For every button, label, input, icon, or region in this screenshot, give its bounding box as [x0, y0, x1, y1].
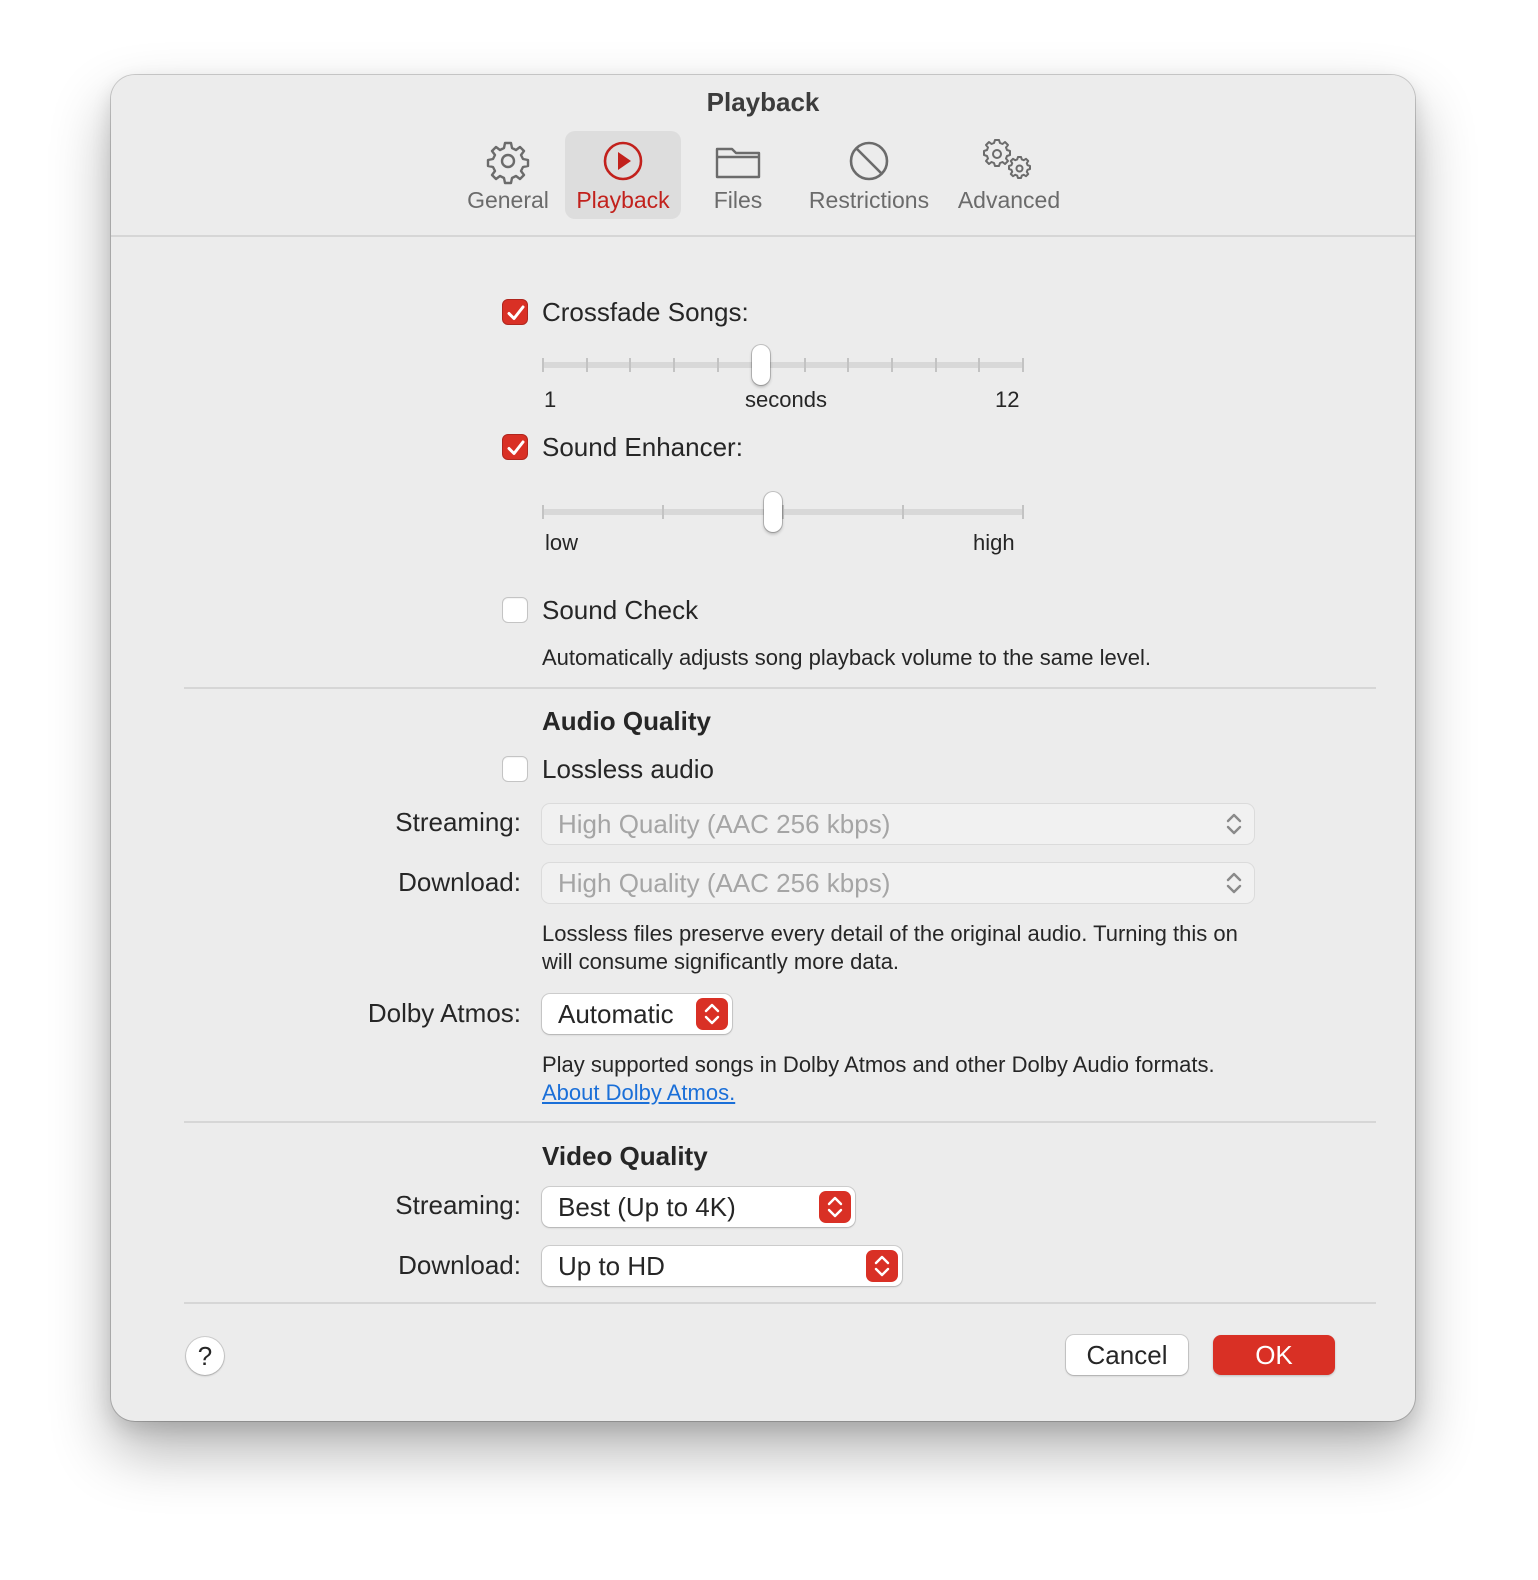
audio-quality-header: Audio Quality — [542, 706, 711, 736]
slider-tick — [782, 505, 784, 519]
window-title: Playback — [706, 87, 820, 117]
crossfade-slider[interactable] — [542, 343, 1024, 387]
dolby-atmos-value: Automatic — [558, 999, 674, 1029]
divider — [184, 687, 1376, 689]
dolby-atmos-select[interactable]: Automatic — [542, 994, 732, 1034]
audio-streaming-value: High Quality (AAC 256 kbps) — [558, 809, 891, 839]
crossfade-label: Crossfade Songs: — [542, 297, 749, 327]
audio-streaming-label: Streaming: — [395, 807, 521, 837]
sound-enhancer-max-label: high — [973, 530, 1015, 555]
chevron-updown-icon — [1218, 867, 1250, 899]
toolbar: Playback General Playback Files Restrict… — [111, 75, 1415, 237]
tab-playback-label: Playback — [576, 187, 670, 213]
video-streaming-value: Best (Up to 4K) — [558, 1192, 736, 1222]
checkmark-icon — [507, 305, 525, 320]
gears-icon — [983, 139, 1031, 179]
lossless-note-line1: Lossless files preserve every detail of … — [542, 921, 1238, 946]
crossfade-min-label: 1 — [544, 387, 557, 412]
tab-files[interactable]: Files — [683, 131, 793, 219]
sound-enhancer-checkbox[interactable] — [502, 434, 528, 460]
chevron-updown-icon — [696, 998, 728, 1030]
chevron-updown-icon — [1218, 808, 1250, 840]
audio-download-value: High Quality (AAC 256 kbps) — [558, 868, 891, 898]
tab-playback[interactable]: Playback — [565, 131, 681, 219]
crossfade-unit-label: seconds — [745, 387, 827, 412]
slider-thumb[interactable] — [752, 345, 771, 385]
divider — [184, 1121, 1376, 1123]
lossless-checkbox[interactable] — [502, 756, 528, 782]
tab-advanced-label: Advanced — [957, 187, 1061, 213]
slider-tick — [891, 358, 894, 372]
dolby-note: Play supported songs in Dolby Atmos and … — [542, 1052, 1215, 1077]
lossless-label: Lossless audio — [542, 754, 714, 784]
crossfade-checkbox[interactable] — [502, 299, 528, 325]
tab-advanced[interactable]: Advanced — [951, 131, 1067, 219]
restricted-icon — [849, 141, 889, 181]
video-download-label: Download: — [398, 1250, 521, 1280]
sound-check-label: Sound Check — [542, 595, 699, 625]
divider — [184, 1302, 1376, 1304]
audio-download-select[interactable]: High Quality (AAC 256 kbps) — [542, 863, 1254, 903]
tab-files-label: Files — [713, 187, 763, 213]
checkmark-icon — [507, 440, 525, 455]
gear-icon — [486, 141, 530, 185]
tab-restrictions[interactable]: Restrictions — [801, 131, 937, 219]
cancel-button[interactable]: Cancel — [1066, 1335, 1188, 1375]
slider-tick — [847, 358, 850, 372]
slider-tick — [978, 358, 981, 372]
sound-enhancer-label: Sound Enhancer: — [542, 432, 743, 462]
slider-thumb[interactable] — [764, 492, 783, 532]
preferences-window: Playback General Playback Files Restrict… — [111, 75, 1415, 1421]
about-dolby-atmos-link[interactable]: About Dolby Atmos. — [542, 1080, 735, 1106]
video-download-value: Up to HD — [558, 1251, 665, 1281]
tab-general-label: General — [467, 187, 549, 213]
sound-check-checkbox[interactable] — [502, 597, 528, 623]
play-circle-icon — [603, 141, 643, 181]
slider-tick — [716, 358, 719, 372]
slider-tick — [902, 505, 904, 519]
video-streaming-label: Streaming: — [395, 1190, 521, 1220]
slider-tick — [542, 505, 544, 519]
slider-tick — [934, 358, 937, 372]
video-quality-header: Video Quality — [542, 1141, 708, 1171]
chevron-updown-icon — [866, 1250, 898, 1282]
audio-download-label: Download: — [398, 867, 521, 897]
crossfade-max-label: 12 — [995, 387, 1020, 412]
lossless-note-line2: will consume significantly more data. — [542, 949, 900, 974]
folder-icon — [715, 147, 761, 179]
chevron-updown-icon — [819, 1191, 851, 1223]
slider-tick — [1022, 505, 1024, 519]
slider-tick — [629, 358, 632, 372]
ok-button[interactable]: OK — [1213, 1335, 1335, 1375]
sound-check-description: Automatically adjusts song playback volu… — [542, 645, 1151, 670]
video-streaming-select[interactable]: Best (Up to 4K) — [542, 1187, 855, 1227]
tab-restrictions-label: Restrictions — [808, 187, 930, 213]
help-button[interactable]: ? — [186, 1337, 224, 1375]
sound-enhancer-min-label: low — [545, 530, 579, 555]
slider-tick — [662, 505, 664, 519]
sound-enhancer-slider[interactable] — [542, 490, 1024, 534]
slider-tick — [672, 358, 675, 372]
slider-tick — [803, 358, 806, 372]
slider-tick — [542, 358, 544, 372]
slider-tick — [585, 358, 588, 372]
audio-streaming-select[interactable]: High Quality (AAC 256 kbps) — [542, 804, 1254, 844]
slider-tick — [1022, 358, 1024, 372]
slider-track — [542, 362, 1024, 368]
dolby-atmos-label: Dolby Atmos: — [367, 998, 521, 1028]
video-download-select[interactable]: Up to HD — [542, 1246, 902, 1286]
tab-general[interactable]: General — [453, 131, 563, 219]
